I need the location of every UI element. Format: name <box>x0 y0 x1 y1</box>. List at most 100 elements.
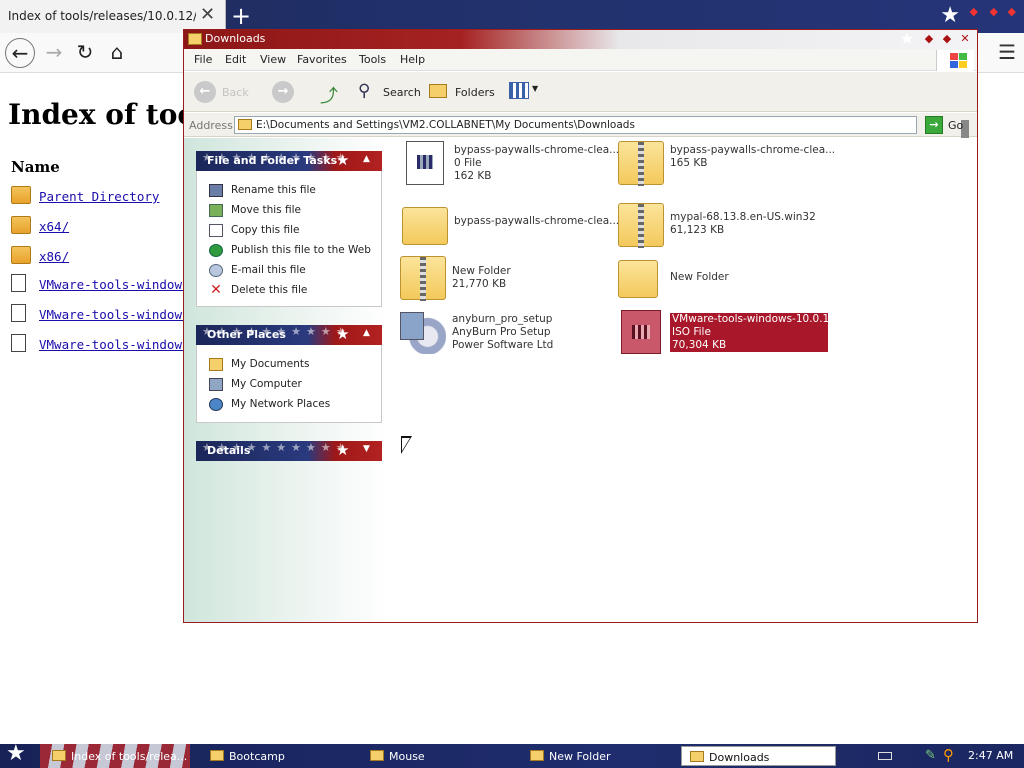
maximize-icon[interactable]: ◆ <box>990 5 998 18</box>
file-link[interactable]: VMware-tools-windows <box>39 277 190 292</box>
explorer-window: Downloads ★ ◆ ◆ ✕ File Edit View Favorit… <box>183 29 978 623</box>
panel-title: Other Places <box>207 328 286 341</box>
address-label: Address <box>189 119 233 132</box>
taskbar-task-active[interactable]: Downloads <box>681 746 836 766</box>
go-button[interactable]: Go <box>948 119 963 132</box>
folders-icon[interactable] <box>429 84 447 98</box>
folder-icon <box>530 750 544 761</box>
folder-icon <box>11 246 31 264</box>
file-item[interactable]: New Folder <box>618 256 838 306</box>
dir-link[interactable]: x64/ <box>39 219 69 234</box>
back-arrow-icon[interactable]: ← <box>194 81 216 103</box>
go-arrow-icon[interactable]: → <box>925 116 943 134</box>
task-label[interactable]: Delete this file <box>231 284 307 296</box>
file-item[interactable]: anyburn_pro_setup AnyBurn Pro Setup Powe… <box>400 310 610 360</box>
file-description: AnyBurn Pro Setup <box>452 326 551 338</box>
menu-file[interactable]: File <box>194 53 212 66</box>
address-input[interactable]: E:\Documents and Settings\VM2.COLLABNET\… <box>234 116 969 138</box>
menu-favorites[interactable]: Favorites <box>297 53 347 66</box>
taskbar-task[interactable]: Bootcamp <box>202 746 357 766</box>
taskbar-task[interactable]: Mouse <box>362 746 517 766</box>
search-icon[interactable]: ⚲ <box>358 81 370 101</box>
taskbar-task[interactable]: New Folder <box>522 746 677 766</box>
menu-view[interactable]: View <box>260 53 286 66</box>
task-label: Downloads <box>709 751 770 764</box>
close-icon[interactable]: ✕ <box>958 31 972 47</box>
explorer-title-bar[interactable]: Downloads ★ ◆ ◆ ✕ <box>184 29 977 49</box>
folder-icon <box>618 260 658 298</box>
place-label[interactable]: My Computer <box>231 378 302 390</box>
file-link[interactable]: VMware-tools-windows <box>39 337 190 352</box>
search-button[interactable]: Search <box>383 86 421 99</box>
task-label[interactable]: Rename this file <box>231 184 316 196</box>
file-name: bypass-paywalls-chrome-clea... <box>670 144 836 156</box>
back-button-label[interactable]: Back <box>222 86 249 99</box>
back-arrow-icon[interactable]: ← <box>5 38 35 68</box>
forward-arrow-icon[interactable]: → <box>272 81 294 103</box>
file-name: VMware-tools-windows-10.0.1... <box>670 313 840 326</box>
file-size: 61,123 KB <box>670 224 725 236</box>
folder-icon <box>402 207 448 245</box>
maximize-icon[interactable]: ◆ <box>940 31 954 47</box>
file-item[interactable]: bypass-paywalls-chrome-clea... <box>402 203 619 253</box>
up-folder-icon[interactable]: ⤴ <box>320 82 338 108</box>
file-name: anyburn_pro_setup <box>452 313 553 325</box>
taskbar-task[interactable]: Index of tools/relea... <box>44 746 199 766</box>
task-label[interactable]: Move this file <box>231 204 301 216</box>
place-label[interactable]: My Documents <box>231 358 309 370</box>
menu-help[interactable]: Help <box>400 53 425 66</box>
menu-edit[interactable]: Edit <box>225 53 246 66</box>
place-label[interactable]: My Network Places <box>231 398 330 410</box>
views-icon[interactable] <box>509 82 529 99</box>
star-icon: ★ <box>336 441 350 459</box>
file-item-selected[interactable]: VMware-tools-windows-10.0.1... ISO File … <box>618 310 840 360</box>
reload-icon[interactable]: ↻ <box>70 38 100 68</box>
name-column-header[interactable]: Name <box>11 158 60 176</box>
other-places-panel-header[interactable]: ★★★★★★★★★★ Other Places ★ ▲ <box>196 325 382 345</box>
globe-icon <box>209 244 223 257</box>
menu-tools[interactable]: Tools <box>359 53 386 66</box>
file-size: 162 KB <box>454 170 492 182</box>
dir-link[interactable]: x86/ <box>39 249 69 264</box>
task-label: Mouse <box>389 750 425 763</box>
clock[interactable]: 2:47 AM <box>968 749 1013 762</box>
document-icon <box>406 141 444 185</box>
file-tasks-panel-header[interactable]: ★★★★★★★★★★ File and Folder Tasks ★ ▲ <box>196 151 382 171</box>
search-tray-icon[interactable]: ⚲ <box>943 746 954 764</box>
task-label[interactable]: Publish this file to the Web <box>231 244 371 256</box>
forward-arrow-icon[interactable]: → <box>39 38 69 68</box>
panel-title: Details <box>207 444 251 457</box>
file-size: 70,304 KB <box>670 339 828 352</box>
file-item[interactable]: bypass-paywalls-chrome-clea... 0 File 16… <box>402 141 619 191</box>
delete-icon: ✕ <box>210 282 222 298</box>
tab-close-icon[interactable]: ✕ <box>200 5 215 25</box>
expand-chevron-icon[interactable]: ▼ <box>363 444 370 454</box>
keyboard-icon[interactable] <box>878 752 892 760</box>
file-item[interactable]: mypal-68.13.8.en-US.win32 61,123 KB <box>618 203 838 253</box>
task-label[interactable]: E-mail this file <box>231 264 306 276</box>
minimize-icon[interactable]: ◆ <box>970 5 978 18</box>
views-dropdown-icon[interactable]: ▼ <box>532 84 538 93</box>
star-icon: ★ <box>336 325 350 343</box>
file-name: New Folder <box>452 265 511 277</box>
collapse-chevron-icon[interactable]: ▲ <box>363 154 370 164</box>
file-link[interactable]: VMware-tools-windows <box>39 307 190 322</box>
new-tab-button[interactable]: + <box>231 3 251 29</box>
file-icon <box>11 274 26 292</box>
mouse-cursor-icon <box>401 436 412 454</box>
address-value[interactable]: E:\Documents and Settings\VM2.COLLABNET\… <box>256 119 635 131</box>
file-item[interactable]: bypass-paywalls-chrome-clea... 165 KB <box>618 141 838 191</box>
details-panel-header[interactable]: ★★★★★★★★★★ Details ★ ▼ <box>196 441 382 461</box>
file-item[interactable]: New Folder 21,770 KB <box>400 256 610 306</box>
collapse-chevron-icon[interactable]: ▲ <box>363 328 370 338</box>
minimize-icon[interactable]: ◆ <box>922 31 936 47</box>
close-icon[interactable]: ◆ <box>1008 5 1016 18</box>
network-tray-icon[interactable]: ✎ <box>925 748 937 763</box>
home-icon[interactable]: ⌂ <box>102 38 132 68</box>
menu-icon[interactable]: ☰ <box>998 40 1016 64</box>
folder-icon <box>690 751 704 762</box>
dir-link[interactable]: Parent Directory <box>39 189 159 204</box>
task-label[interactable]: Copy this file <box>231 224 299 236</box>
folders-button[interactable]: Folders <box>455 86 495 99</box>
start-button[interactable]: ★ <box>6 741 26 766</box>
